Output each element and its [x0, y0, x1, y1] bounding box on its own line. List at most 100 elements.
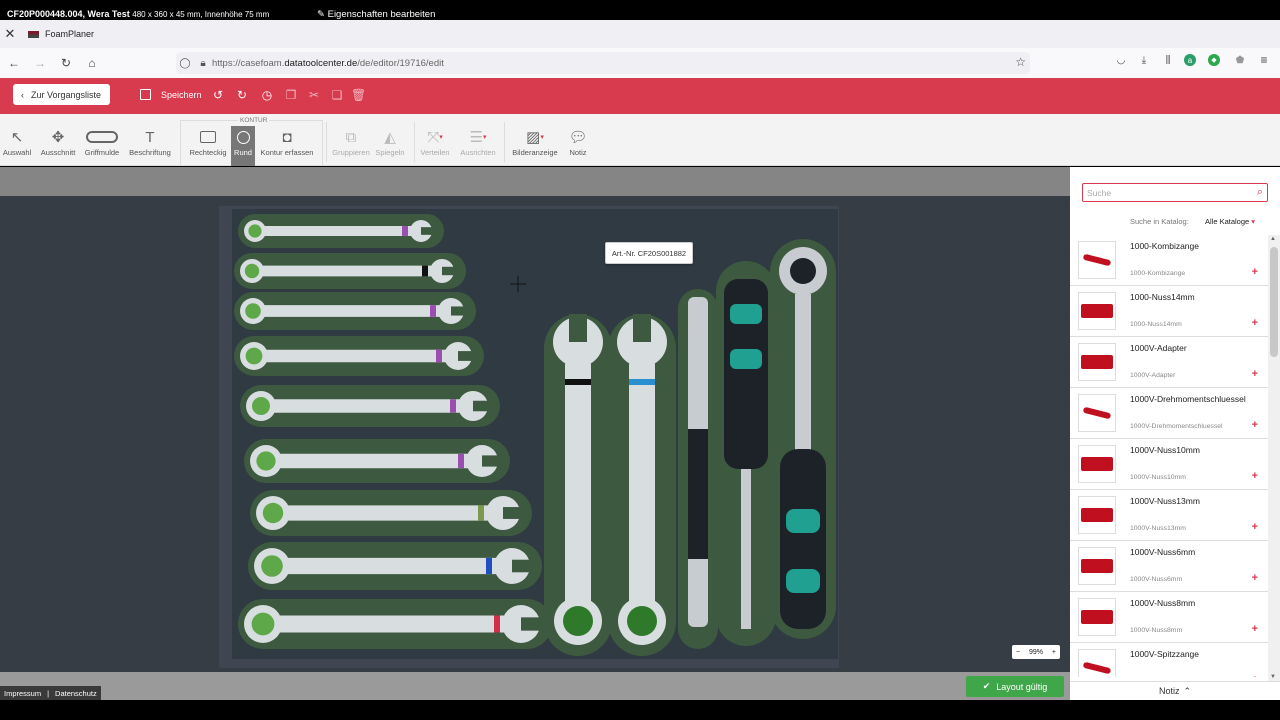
catalog-item[interactable]: 1000V-Nuss6mm 1000V-Nuss6mm +: [1070, 541, 1270, 592]
tool-notiz[interactable]: 💬︎ Notiz: [566, 126, 590, 166]
tool-ausrichten[interactable]: ☰ ▾ Ausrichten: [457, 126, 499, 166]
tool-griffmulde[interactable]: Griffmulde: [81, 126, 123, 166]
add-item-icon[interactable]: +: [1252, 674, 1258, 677]
history-icon[interactable]: ◷: [260, 87, 274, 103]
tool-layout-svg: [234, 214, 836, 656]
camera-icon: ◘: [282, 128, 292, 146]
extension-a-icon[interactable]: a: [1184, 54, 1196, 66]
bookmark-star-icon[interactable]: ☆: [1015, 55, 1026, 69]
datenschutz-link[interactable]: Datenschutz: [55, 689, 97, 698]
wrench-shaft: [266, 453, 482, 469]
redo-icon[interactable]: ↻: [235, 87, 249, 103]
tool-kontur-erfassen[interactable]: ◘ Kontur erfassen: [258, 126, 316, 166]
catalog-item[interactable]: 1000V-Drehmomentschluessel 1000V-Drehmome…: [1070, 388, 1270, 439]
tool-gruppieren[interactable]: ⧉ Gruppieren: [330, 126, 372, 166]
pencil-icon: ✎: [317, 9, 325, 20]
zoom-in-button[interactable]: +: [1052, 649, 1056, 656]
zoom-out-button[interactable]: −: [1016, 649, 1020, 656]
home-icon[interactable]: ⌂: [80, 51, 104, 75]
foam-insert[interactable]: [232, 209, 838, 659]
back-arrow-icon[interactable]: ←: [2, 51, 26, 75]
add-item-icon[interactable]: +: [1252, 470, 1258, 482]
notiz-panel-toggle[interactable]: Notiz ⌃: [1070, 681, 1280, 700]
impressum-link[interactable]: Impressum: [4, 689, 41, 698]
extension-shield-icon[interactable]: ◆: [1208, 54, 1220, 66]
wrench-shaft: [253, 305, 451, 317]
add-item-icon[interactable]: +: [1252, 317, 1258, 329]
wrench-size-tag: [430, 305, 436, 317]
library-icon[interactable]: ⫼: [1160, 52, 1176, 68]
wrench-shaft: [272, 557, 512, 575]
ratchet-handle: [780, 449, 826, 629]
catalog-item[interactable]: 1000V-Nuss8mm 1000V-Nuss8mm +: [1070, 592, 1270, 643]
wrench-jaw-gap: [482, 455, 502, 467]
cut-icon[interactable]: ✂: [307, 87, 321, 103]
toolbar-divider: [326, 122, 327, 162]
search-icon[interactable]: ⌕: [1257, 186, 1263, 199]
app-header: ‹ Zur Vorgangsliste Speichern ↺ ↻ ◷ ❐ ✂ …: [0, 78, 1280, 114]
wrench-shaft: [261, 399, 473, 413]
address-bar[interactable]: ◯ 🔒︎ https://casefoam. datatoolcenter.de /…: [176, 52, 1030, 74]
delete-icon[interactable]: 🗑︎: [351, 87, 366, 103]
add-item-icon[interactable]: +: [1252, 572, 1258, 584]
save-icon[interactable]: [140, 89, 151, 100]
scrollbar-thumb[interactable]: [1270, 247, 1278, 357]
reload-icon[interactable]: ↻: [54, 51, 78, 75]
catalog-item-subtitle: 1000V-Adapter: [1130, 372, 1176, 379]
back-to-list-button[interactable]: ‹ Zur Vorgangsliste: [13, 84, 110, 105]
tool-auswahl[interactable]: ↖ Auswahl: [2, 126, 32, 166]
close-tab-icon[interactable]: ✕: [0, 26, 20, 42]
project-name: CF20P000448.004, Wera Test: [7, 9, 130, 19]
scroll-up-icon[interactable]: ▲: [1270, 236, 1276, 242]
add-item-icon[interactable]: +: [1252, 521, 1258, 533]
tool-rechteckig[interactable]: Rechteckig: [188, 126, 228, 166]
add-item-icon[interactable]: +: [1252, 419, 1258, 431]
pocket-icon[interactable]: ◡: [1113, 52, 1129, 68]
copy-icon[interactable]: ❐: [284, 87, 298, 103]
wrench-ring-hole: [262, 502, 284, 524]
tool-spiegeln[interactable]: ◭ Spiegeln: [374, 126, 406, 166]
shield-icon: ◯: [179, 57, 191, 69]
catalog-select[interactable]: Alle Kataloge ▾: [1205, 217, 1255, 226]
save-button[interactable]: Speichern: [161, 90, 202, 100]
catalog-item[interactable]: 1000V-Adapter 1000V-Adapter +: [1070, 337, 1270, 388]
browser-tab-bar: ✕ FoamPlaner: [0, 20, 1280, 48]
catalog-item-name: 1000-Nuss14mm: [1130, 292, 1195, 302]
wrench-jaw-gap: [421, 227, 436, 235]
tool-rund[interactable]: Rund: [231, 126, 255, 166]
wrench-size-tag: [458, 453, 464, 469]
add-item-icon[interactable]: +: [1252, 623, 1258, 635]
tool-bilderanzeige[interactable]: ▨ ▾ Bilderanzeige: [509, 126, 561, 166]
scroll-down-icon[interactable]: ▼: [1270, 674, 1276, 680]
forward-arrow-icon[interactable]: →: [28, 51, 52, 75]
download-icon[interactable]: ⤓: [1136, 52, 1152, 68]
catalog-item[interactable]: 1000-Nuss14mm 1000-Nuss14mm +: [1070, 286, 1270, 337]
wrench-ring-hole: [245, 303, 261, 319]
wrench-jaw-gap: [451, 306, 468, 316]
check-icon: ✔: [982, 681, 991, 691]
add-item-icon[interactable]: +: [1252, 266, 1258, 278]
catalog-item-thumbnail: [1078, 496, 1116, 534]
catalog-item-name: 1000V-Nuss10mm: [1130, 445, 1200, 455]
extension-gray-icon[interactable]: ⬟: [1232, 52, 1248, 68]
menu-hamburger-icon[interactable]: ≡: [1256, 52, 1272, 68]
layout-valid-button[interactable]: ✔ Layout gültig: [966, 676, 1064, 697]
browser-tab[interactable]: FoamPlaner: [20, 20, 102, 48]
tool-beschriftung[interactable]: T Beschriftung: [126, 126, 174, 166]
catalog-filter-label: Suche in Katalog:: [1130, 217, 1189, 226]
browser-nav-bar: ← → ↻ ⌂ ◯ 🔒︎ https://casefoam. datatoolce…: [0, 48, 1280, 78]
paste-icon[interactable]: ❏: [330, 87, 344, 103]
undo-icon[interactable]: ↺: [211, 87, 225, 103]
tool-verteilen[interactable]: ⤧ ▾ Verteilen: [418, 126, 452, 166]
catalog-scrollbar[interactable]: ▲ ▼: [1268, 235, 1280, 681]
catalog-item[interactable]: 1000V-Nuss10mm 1000V-Nuss10mm +: [1070, 439, 1270, 490]
catalog-item[interactable]: 1000-Kombizange 1000-Kombizange +: [1070, 235, 1270, 286]
catalog-search-input[interactable]: Suche ⌕: [1082, 183, 1268, 202]
catalog-item[interactable]: 1000V-Spitzzange1000V-Spitzzange+: [1070, 643, 1270, 677]
ratchet-shaft: [795, 294, 811, 454]
kontur-group-label: KONTUR: [238, 117, 270, 124]
edit-properties-button[interactable]: ✎ Eigenschaften bearbeiten: [317, 9, 435, 20]
add-item-icon[interactable]: +: [1252, 368, 1258, 380]
tool-ausschnitt[interactable]: ✥ Ausschnitt: [38, 126, 78, 166]
catalog-item[interactable]: 1000V-Nuss13mm 1000V-Nuss13mm +: [1070, 490, 1270, 541]
